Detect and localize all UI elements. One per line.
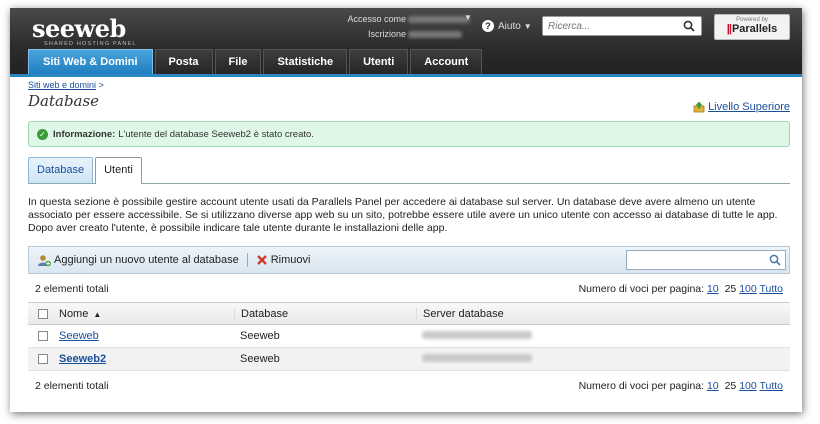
account-label: Accesso come (347, 14, 406, 24)
list-toolbar: Aggiungi un nuovo utente al database Rim… (28, 246, 790, 274)
main-content: Siti web e domini > Database Livello Sup… (28, 80, 790, 392)
tab-utenti[interactable]: Utenti (349, 49, 409, 74)
tab-posta[interactable]: Posta (154, 49, 213, 74)
subscription-name-redacted (408, 30, 462, 38)
server-redacted (422, 354, 532, 362)
account-chevron-down-icon[interactable]: ▼ (464, 13, 472, 22)
per-page-all[interactable]: Tutto (759, 380, 783, 392)
list-search-icon[interactable] (769, 254, 781, 269)
per-page-25: 25 (724, 283, 737, 295)
up-level-label: Livello Superiore (708, 101, 790, 113)
user-link[interactable]: Seeweb (59, 330, 99, 342)
account-name-redacted (408, 15, 470, 23)
per-page-10[interactable]: 10 (707, 380, 719, 392)
tab-account[interactable]: Account (410, 49, 483, 74)
seeweb-logo[interactable]: seeweb SHARED HOSTING PANEL (32, 14, 137, 47)
account-labels: Accesso come Iscrizione (310, 12, 406, 42)
per-page-selector: Numero di voci per pagina: 10 25 100 Tut… (576, 283, 783, 295)
per-page-100[interactable]: 100 (739, 380, 757, 392)
per-page-100[interactable]: 100 (739, 283, 757, 295)
success-check-icon: ✓ (37, 128, 48, 140)
remove-label: Rimuovi (270, 254, 311, 266)
breadcrumb: Siti web e domini > (28, 80, 790, 90)
total-items-label: 2 elementi totali (35, 380, 109, 392)
help-menu[interactable]: ? Aiuto ▼ (482, 20, 532, 32)
tab-file[interactable]: File (214, 49, 262, 74)
help-label: Aiuto (498, 20, 521, 32)
column-header-name[interactable]: Nome ▲ (58, 308, 234, 320)
nav-underline (10, 74, 802, 77)
browser-window: seeweb SHARED HOSTING PANEL Accesso come… (10, 8, 802, 412)
row-database: Seeweb (240, 330, 280, 342)
tab-statistiche[interactable]: Statistiche (263, 49, 348, 74)
remove-button[interactable]: Rimuovi (256, 254, 311, 266)
per-page-label: Numero di voci per pagina: (578, 283, 705, 295)
message-text: L'utente del database Seeweb2 è stato cr… (118, 128, 314, 140)
tab-siti-web-domini[interactable]: Siti Web & Domini (28, 49, 153, 74)
server-redacted (422, 331, 532, 339)
add-db-user-label: Aggiungi un nuovo utente al database (54, 254, 239, 266)
subscription-label: Iscrizione (367, 29, 406, 39)
page-title: Database (28, 92, 100, 110)
remove-x-icon (256, 255, 267, 265)
subtab-utenti[interactable]: Utenti (95, 157, 142, 184)
info-message: ✓ Informazione: L'utente del database Se… (28, 121, 790, 147)
row-database: Seeweb (240, 353, 280, 365)
per-page-10[interactable]: 10 (707, 283, 719, 295)
app-header: seeweb SHARED HOSTING PANEL Accesso come… (10, 8, 802, 74)
message-label: Informazione: (53, 128, 116, 140)
per-page-selector: Numero di voci per pagina: 10 25 100 Tut… (576, 380, 783, 392)
list-count-bar-bottom: 2 elementi totali Numero di voci per pag… (28, 377, 790, 395)
per-page-label: Numero di voci per pagina: (578, 380, 705, 392)
global-search-input[interactable] (543, 17, 673, 35)
parallels-logo-icon: || (726, 23, 732, 35)
total-items-label: 2 elementi totali (35, 283, 109, 295)
logo-tagline: SHARED HOSTING PANEL (44, 41, 137, 47)
subtab-database[interactable]: Database (28, 157, 94, 183)
toolbar-divider (246, 253, 248, 267)
help-icon: ? (482, 20, 494, 32)
list-count-bar-top: 2 elementi totali Numero di voci per pag… (28, 280, 790, 298)
sort-ascending-icon: ▲ (93, 309, 102, 319)
table-row: Seeweb Seeweb (28, 325, 790, 348)
main-nav-tabs: Siti Web & Domini Posta File Statistiche… (28, 49, 484, 74)
add-db-user-button[interactable]: Aggiungi un nuovo utente al database (37, 254, 239, 267)
logo-text: seeweb (32, 14, 126, 43)
per-page-all[interactable]: Tutto (759, 283, 783, 295)
select-all-checkbox[interactable] (38, 308, 48, 319)
user-link[interactable]: Seeweb2 (59, 353, 106, 365)
row-checkbox[interactable] (38, 331, 48, 341)
sub-tabs: Database Utenti (28, 157, 790, 184)
table-row: Seeweb2 Seeweb (28, 348, 790, 371)
column-header-server: Server database (416, 307, 790, 320)
per-page-25: 25 (724, 380, 737, 392)
breadcrumb-link-siti-web[interactable]: Siti web e domini (28, 80, 96, 90)
column-header-database: Database (234, 307, 416, 320)
parallels-name: Parallels (731, 23, 778, 35)
add-user-icon (38, 254, 51, 266)
global-search (542, 16, 702, 36)
list-search-field[interactable] (626, 250, 786, 270)
search-icon[interactable] (683, 20, 695, 35)
parallels-badge[interactable]: Powered by ||Parallels (714, 14, 790, 40)
users-table: Nome ▲ Database Server database Seeweb S… (28, 302, 790, 371)
section-description: In questa sezione è possibile gestire ac… (28, 196, 778, 234)
row-checkbox[interactable] (38, 354, 48, 364)
folder-up-icon (693, 101, 705, 113)
breadcrumb-separator: > (98, 80, 104, 90)
help-chevron-down-icon: ▼ (523, 21, 532, 31)
up-level-link[interactable]: Livello Superiore (693, 101, 790, 113)
table-header: Nome ▲ Database Server database (28, 302, 790, 325)
